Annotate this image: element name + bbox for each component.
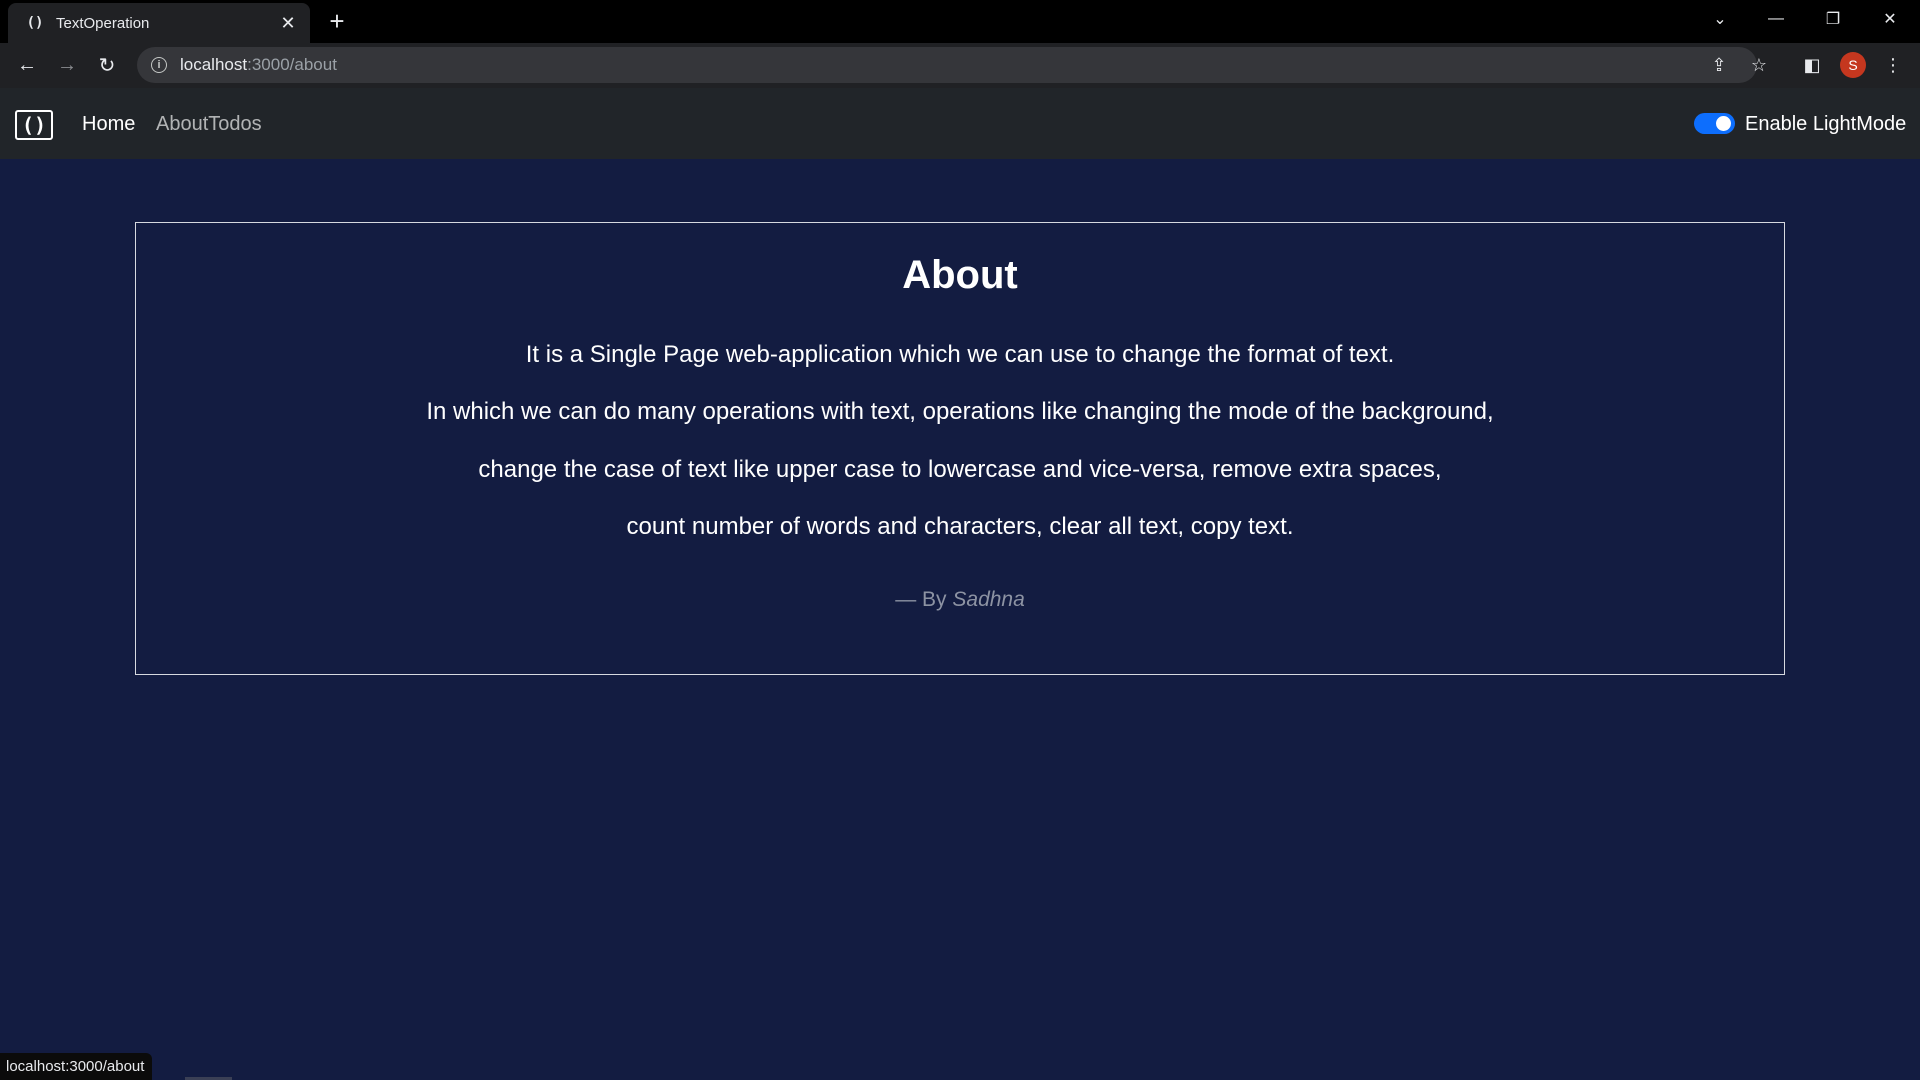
status-url-bubble: localhost:3000/about	[0, 1053, 153, 1080]
page-title: About	[902, 253, 1018, 297]
forward-icon[interactable]: →	[51, 49, 83, 81]
url-path: :3000/about	[247, 55, 337, 74]
brand-logo[interactable]: ()	[15, 110, 53, 140]
site-info-icon[interactable]: i	[151, 57, 167, 73]
close-window-icon[interactable]: ✕	[1862, 0, 1918, 38]
star-icon[interactable]: ☆	[1743, 47, 1775, 83]
new-tab-icon[interactable]: +	[323, 6, 351, 36]
minimize-icon[interactable]: —	[1748, 0, 1804, 38]
about-line-2: In which we can do many operations with …	[426, 398, 1494, 425]
side-panel-icon[interactable]: ◧	[1796, 49, 1828, 81]
url-host: localhost	[180, 55, 248, 74]
profile-initial: S	[1840, 52, 1866, 78]
browser-tab[interactable]: () TextOperation ✕	[8, 3, 310, 43]
tab-search-icon[interactable]: ⌄	[1692, 0, 1748, 38]
address-bar[interactable]: i localhost:3000/about ⇪ ☆	[137, 47, 1767, 83]
toggle-knob	[1716, 116, 1731, 131]
close-tab-icon[interactable]: ✕	[276, 11, 300, 35]
reload-icon[interactable]: ↻	[91, 49, 123, 81]
browser-tab-strip: () TextOperation ✕ + ⌄ — ❐ ✕	[0, 0, 1920, 43]
about-line-3: change the case of text like upper case …	[478, 456, 1442, 483]
browser-toolbar: ← → ↻ i localhost:3000/about ⇪ ☆ ◧ S ⋮	[0, 43, 1920, 88]
share-icon[interactable]: ⇪	[1703, 47, 1735, 83]
byline-author: Sadhna	[952, 588, 1025, 611]
profile-avatar[interactable]: S	[1837, 49, 1869, 81]
about-card: About It is a Single Page web-applicatio…	[135, 222, 1785, 675]
restore-icon[interactable]: ❐	[1805, 0, 1861, 38]
kebab-menu-icon[interactable]: ⋮	[1877, 49, 1909, 81]
nav-link-about-todos[interactable]: AboutTodos	[156, 110, 262, 138]
lightmode-toggle[interactable]	[1694, 113, 1735, 134]
author-byline: — By Sadhna	[136, 585, 1784, 615]
byline-prefix: — By	[895, 588, 947, 611]
app-navbar: () Home AboutTodos	[0, 88, 1920, 159]
about-line-4: count number of words and characters, cl…	[626, 513, 1294, 540]
favicon-icon: ()	[26, 15, 44, 31]
about-line-1: It is a Single Page web-application whic…	[525, 341, 1395, 368]
nav-link-home[interactable]: Home	[82, 110, 135, 138]
lightmode-toggle-label[interactable]: Enable LightMode	[1745, 110, 1906, 138]
back-icon[interactable]: ←	[11, 49, 43, 81]
tab-title: TextOperation	[56, 14, 150, 32]
